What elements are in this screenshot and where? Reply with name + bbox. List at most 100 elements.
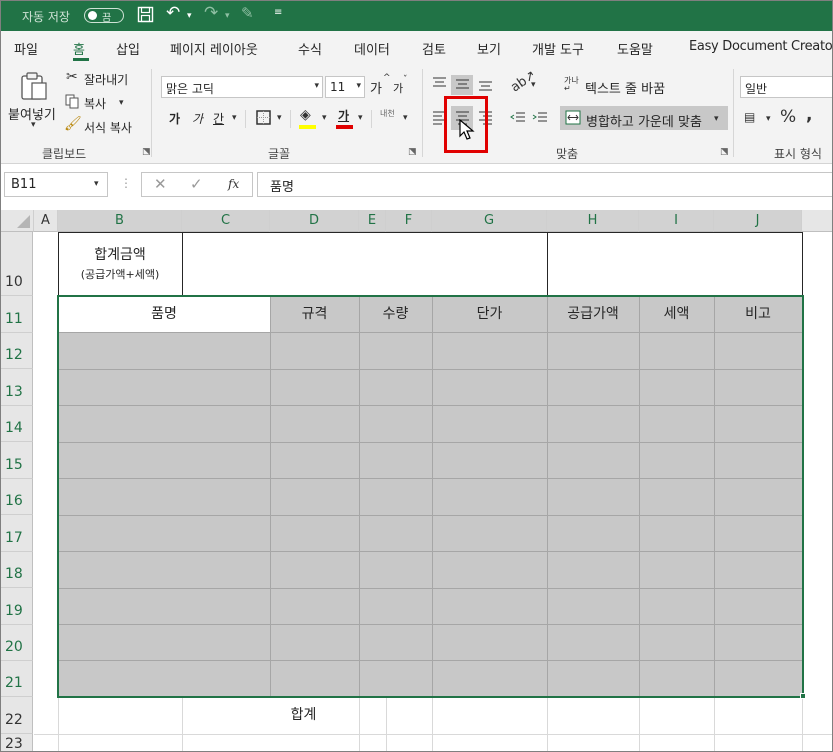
column-header-c[interactable]: C [182, 210, 270, 232]
italic-button[interactable]: 가 [192, 110, 203, 127]
more-options-icon: ⋮ [120, 176, 132, 190]
row-header-10[interactable]: 10 [0, 232, 33, 296]
row-header-16[interactable]: 16 [0, 479, 33, 515]
select-all-corner[interactable] [0, 210, 34, 232]
column-header-b[interactable]: B [58, 210, 182, 232]
percent-icon[interactable]: % [780, 109, 796, 126]
borders-icon[interactable] [256, 110, 271, 128]
row-header-12[interactable]: 12 [0, 333, 33, 369]
fill-handle[interactable] [800, 693, 806, 699]
column-header-a[interactable]: A [34, 210, 58, 232]
merge-dropdown-icon[interactable]: ▾ [714, 115, 719, 124]
row-header-11[interactable]: 11 [0, 296, 33, 333]
orientation-dropdown-icon[interactable]: ▾ [531, 81, 536, 90]
copy-button[interactable]: 복사 [84, 95, 106, 112]
row-header-21[interactable]: 21 [0, 661, 33, 697]
row-header-13[interactable]: 13 [0, 369, 33, 406]
copy-dropdown-icon[interactable]: ▾ [119, 99, 124, 108]
clipboard-launcher-icon[interactable]: ⬔ [142, 147, 151, 157]
copy-icon[interactable] [65, 94, 79, 112]
column-header-f[interactable]: F [386, 210, 432, 232]
row-header-23[interactable]: 23 [0, 734, 33, 752]
top-align-icon[interactable] [432, 76, 447, 93]
borders-dropdown-icon[interactable]: ▾ [277, 114, 282, 123]
total-amount-label[interactable]: 합계금액 [58, 244, 182, 264]
comma-style-icon[interactable]: , [806, 107, 812, 124]
fill-color-dropdown-icon[interactable]: ▾ [322, 114, 327, 123]
font-name-select[interactable]: 맑은 고딕 ▾ [161, 76, 323, 98]
font-size-select[interactable]: 11 ▾ [325, 76, 365, 98]
undo-dropdown-icon[interactable]: ▾ [187, 11, 192, 21]
column-header-d[interactable]: D [270, 210, 359, 232]
wrap-text-button[interactable]: 텍스트 줄 바꿈 [585, 78, 665, 97]
paste-icon[interactable] [20, 71, 48, 104]
save-icon[interactable] [137, 6, 154, 27]
tab-data[interactable]: 데이터 [354, 39, 390, 58]
shrink-font-button[interactable]: 가 [393, 80, 403, 96]
accounting-format-icon[interactable]: ▤ [744, 111, 755, 123]
column-header-j[interactable]: J [714, 210, 802, 232]
cell-border [182, 232, 183, 296]
wrap-text-icon[interactable]: 가나 ↵ [564, 77, 579, 93]
decrease-indent-icon[interactable] [510, 111, 526, 128]
row-header-18[interactable]: 18 [0, 552, 33, 588]
tab-page-layout[interactable]: 페이지 레이아웃 [170, 39, 258, 58]
tab-formulas[interactable]: 수식 [298, 39, 322, 58]
row-header-15[interactable]: 15 [0, 442, 33, 479]
middle-align-icon[interactable] [455, 78, 470, 95]
row-header-14[interactable]: 14 [0, 406, 33, 442]
format-painter-button[interactable]: 서식 복사 [84, 119, 132, 136]
underline-dropdown-icon[interactable]: ▾ [232, 114, 237, 123]
cut-button[interactable]: 잘라내기 [84, 71, 128, 88]
alignment-group-label: 맞춤 [556, 147, 579, 161]
merge-center-icon[interactable] [565, 110, 581, 128]
tab-easy-document-creator[interactable]: Easy Document Creator [689, 39, 833, 54]
redo-dropdown-icon: ▾ [225, 11, 230, 21]
formula-bar: B11 ▾ ⋮ ✕ ✓ fx 품명 [0, 164, 833, 210]
enter-icon[interactable]: ✓ [190, 177, 203, 192]
sum-label[interactable]: 합계 [270, 704, 337, 724]
tab-home[interactable]: 홈 [73, 39, 85, 58]
chevron-down-icon: ▾ [356, 81, 361, 91]
tab-review[interactable]: 검토 [422, 39, 446, 58]
column-header-i[interactable]: I [639, 210, 714, 232]
merge-center-button[interactable]: 병합하고 가운데 맞춤 [586, 111, 702, 130]
grow-font-button[interactable]: 가 [370, 78, 382, 97]
tab-insert[interactable]: 삽입 [116, 39, 140, 58]
increase-indent-icon[interactable] [532, 111, 548, 128]
formula-input[interactable]: 품명 [257, 172, 833, 197]
phonetic-button[interactable]: 내천 [380, 108, 395, 119]
cancel-icon[interactable]: ✕ [154, 177, 167, 192]
cut-icon[interactable]: ✂ [66, 70, 78, 84]
tab-help[interactable]: 도움말 [617, 39, 653, 58]
format-painter-icon[interactable]: 🖌 [64, 117, 82, 131]
autosave-toggle[interactable]: 끔 [84, 8, 124, 24]
bottom-align-icon[interactable] [478, 80, 493, 97]
paste-dropdown-icon[interactable]: ▾ [31, 121, 36, 130]
tab-view[interactable]: 보기 [477, 39, 501, 58]
insert-function-icon[interactable]: fx [228, 178, 239, 190]
row-header-19[interactable]: 19 [0, 588, 33, 625]
tab-developer[interactable]: 개발 도구 [532, 39, 584, 58]
row-header-20[interactable]: 20 [0, 625, 33, 661]
customize-toolbar-icon[interactable]: ≡ [274, 7, 282, 18]
undo-icon[interactable]: ↶ [166, 3, 180, 23]
row-header-17[interactable]: 17 [0, 515, 33, 552]
font-launcher-icon[interactable]: ⬔ [408, 147, 417, 157]
alignment-launcher-icon[interactable]: ⬔ [720, 147, 729, 157]
column-header-g[interactable]: G [432, 210, 547, 232]
font-color-dropdown-icon[interactable]: ▾ [358, 114, 363, 123]
column-header-h[interactable]: H [547, 210, 639, 232]
font-color-button[interactable]: 가 [338, 107, 349, 124]
fill-color-swatch [299, 125, 316, 129]
number-format-select[interactable]: 일반 [740, 76, 833, 98]
bold-button[interactable]: 가 [169, 110, 180, 127]
accounting-dropdown-icon[interactable]: ▾ [766, 115, 771, 124]
column-header-e[interactable]: E [359, 210, 386, 232]
phonetic-dropdown-icon[interactable]: ▾ [403, 114, 408, 123]
name-box[interactable]: B11 ▾ [4, 172, 108, 197]
fill-color-icon[interactable]: ◈ [300, 108, 311, 122]
row-header-22[interactable]: 22 [0, 697, 33, 734]
tab-file[interactable]: 파일 [14, 39, 38, 58]
underline-button[interactable]: 간 [213, 110, 224, 127]
